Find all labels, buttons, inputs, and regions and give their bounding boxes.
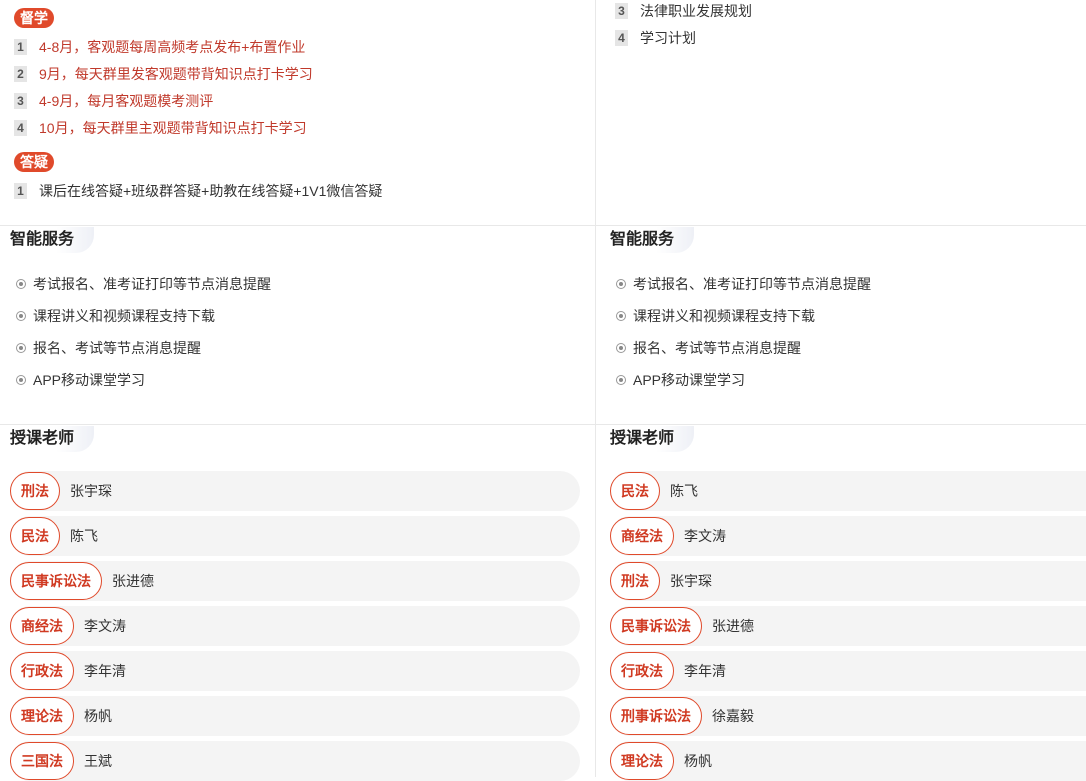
teacher-row[interactable]: 民事诉讼法 张进德	[610, 606, 1086, 646]
item-number: 4	[14, 120, 27, 136]
teachers-title: 授课老师	[600, 426, 695, 452]
teacher-row[interactable]: 理论法 杨帆	[610, 741, 1086, 781]
teacher-row[interactable]: 三国法 王斌	[10, 741, 580, 781]
item-text: 法律职业发展规划	[640, 3, 752, 19]
service-item: 考试报名、准考证打印等节点消息提醒	[616, 274, 871, 294]
qa-tag: 答疑	[14, 152, 54, 172]
teacher-name: 陈飞	[70, 528, 98, 544]
teacher-row[interactable]: 行政法 李年清	[610, 651, 1086, 691]
teachers-title: 授课老师	[0, 426, 95, 452]
teacher-name: 张宇琛	[70, 483, 112, 499]
service-item: 考试报名、准考证打印等节点消息提醒	[16, 274, 271, 294]
subject-badge: 三国法	[10, 742, 74, 780]
item-text: 课后在线答疑+班级群答疑+助教在线答疑+1V1微信答疑	[39, 183, 383, 199]
bullet-icon	[616, 375, 626, 385]
supervise-item: 4 10月，每天群里主观题带背知识点打卡学习	[14, 118, 307, 138]
teacher-name: 杨帆	[684, 753, 712, 769]
teacher-row[interactable]: 刑法 张宇琛	[10, 471, 580, 511]
bullet-icon	[16, 375, 26, 385]
right-column: 3 法律职业发展规划 4 学习计划 智能服务 考试报名、准考证打印等节点消息提醒…	[596, 0, 1086, 781]
item-text: 10月，每天群里主观题带背知识点打卡学习	[39, 120, 307, 136]
teacher-name: 李年清	[84, 663, 126, 679]
service-text: APP移动课堂学习	[33, 372, 146, 388]
service-text: 报名、考试等节点消息提醒	[33, 340, 201, 356]
bullet-icon	[616, 343, 626, 353]
item-text: 4-8月，客观题每周高频考点发布+布置作业	[39, 39, 306, 55]
teacher-row[interactable]: 理论法 杨帆	[10, 696, 580, 736]
item-number: 1	[14, 183, 27, 199]
teacher-name: 张进德	[712, 618, 754, 634]
item-number: 3	[14, 93, 27, 109]
smart-service-title: 智能服务	[0, 227, 95, 253]
smart-service-title: 智能服务	[600, 227, 695, 253]
bullet-icon	[16, 279, 26, 289]
teacher-row[interactable]: 刑事诉讼法 徐嘉毅	[610, 696, 1086, 736]
service-text: 课程讲义和视频课程支持下载	[33, 308, 215, 324]
bullet-icon	[616, 279, 626, 289]
item-number: 4	[615, 30, 628, 46]
item-number: 1	[14, 39, 27, 55]
subject-badge: 刑法	[10, 472, 60, 510]
subject-badge: 民事诉讼法	[10, 562, 102, 600]
teacher-name: 杨帆	[84, 708, 112, 724]
teacher-name: 李文涛	[684, 528, 726, 544]
subject-badge: 刑事诉讼法	[610, 697, 702, 735]
teacher-row[interactable]: 民事诉讼法 张进德	[10, 561, 580, 601]
service-text: 报名、考试等节点消息提醒	[633, 340, 801, 356]
subject-badge: 商经法	[10, 607, 74, 645]
plan-item: 4 学习计划	[615, 28, 696, 48]
plan-item: 3 法律职业发展规划	[615, 1, 752, 21]
subject-badge: 行政法	[610, 652, 674, 690]
service-item: 课程讲义和视频课程支持下载	[16, 306, 215, 326]
item-number: 2	[14, 66, 27, 82]
qa-item: 1 课后在线答疑+班级群答疑+助教在线答疑+1V1微信答疑	[14, 181, 382, 201]
service-item: APP移动课堂学习	[616, 370, 745, 390]
item-number: 3	[615, 3, 628, 19]
supervise-item: 1 4-8月，客观题每周高频考点发布+布置作业	[14, 37, 305, 57]
teacher-name: 李年清	[684, 663, 726, 679]
bullet-icon	[16, 311, 26, 321]
teacher-row[interactable]: 刑法 张宇琛	[610, 561, 1086, 601]
teacher-name: 张进德	[112, 573, 154, 589]
subject-badge: 民事诉讼法	[610, 607, 702, 645]
service-item: 报名、考试等节点消息提醒	[616, 338, 801, 358]
service-text: 考试报名、准考证打印等节点消息提醒	[633, 276, 871, 292]
teacher-name: 徐嘉毅	[712, 708, 754, 724]
service-item: APP移动课堂学习	[16, 370, 145, 390]
service-text: APP移动课堂学习	[633, 372, 746, 388]
teacher-row[interactable]: 商经法 李文涛	[610, 516, 1086, 556]
subject-badge: 民法	[610, 472, 660, 510]
subject-badge: 民法	[10, 517, 60, 555]
service-text: 考试报名、准考证打印等节点消息提醒	[33, 276, 271, 292]
subject-badge: 商经法	[610, 517, 674, 555]
teacher-row[interactable]: 行政法 李年清	[10, 651, 580, 691]
service-item: 课程讲义和视频课程支持下载	[616, 306, 815, 326]
teacher-row[interactable]: 民法 陈飞	[10, 516, 580, 556]
teacher-name: 张宇琛	[670, 573, 712, 589]
item-text: 学习计划	[640, 30, 696, 46]
subject-badge: 刑法	[610, 562, 660, 600]
item-text: 9月，每天群里发客观题带背知识点打卡学习	[39, 66, 313, 82]
subject-badge: 理论法	[610, 742, 674, 780]
item-text: 4-9月，每月客观题模考测评	[39, 93, 214, 109]
supervise-item: 3 4-9月，每月客观题模考测评	[14, 91, 213, 111]
subject-badge: 理论法	[10, 697, 74, 735]
left-column: 督学 1 4-8月，客观题每周高频考点发布+布置作业 2 9月，每天群里发客观题…	[0, 0, 595, 781]
teacher-name: 王斌	[84, 753, 112, 769]
teacher-row[interactable]: 商经法 李文涛	[10, 606, 580, 646]
teacher-name: 李文涛	[84, 618, 126, 634]
subject-badge: 行政法	[10, 652, 74, 690]
service-text: 课程讲义和视频课程支持下载	[633, 308, 815, 324]
bullet-icon	[616, 311, 626, 321]
supervise-item: 2 9月，每天群里发客观题带背知识点打卡学习	[14, 64, 313, 84]
bullet-icon	[16, 343, 26, 353]
teacher-row[interactable]: 民法 陈飞	[610, 471, 1086, 511]
teacher-name: 陈飞	[670, 483, 698, 499]
supervise-tag: 督学	[14, 8, 54, 28]
service-item: 报名、考试等节点消息提醒	[16, 338, 201, 358]
